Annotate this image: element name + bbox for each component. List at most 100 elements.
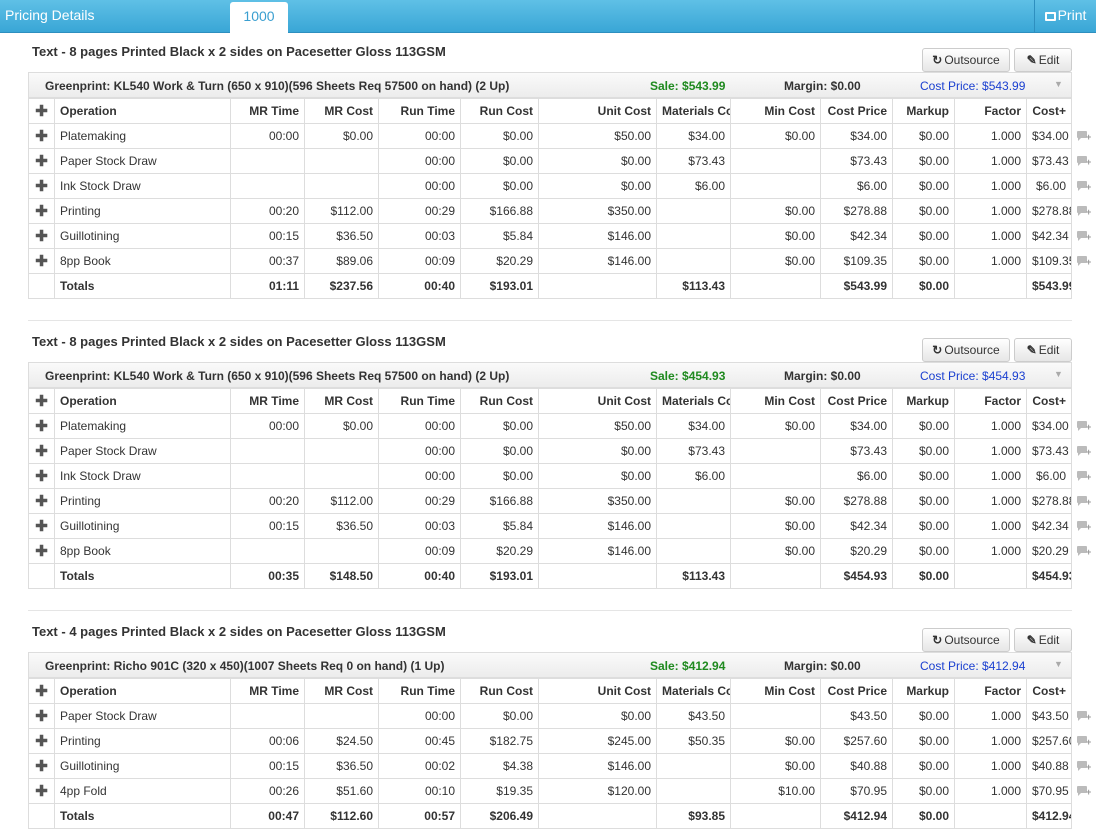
table-cell: $19.35 xyxy=(460,778,539,804)
table-cell: $109.35 xyxy=(1026,248,1072,274)
table-row: ✚ Ink Stock Draw 00:00 $0.00 $0.00 $6.00 $6.00… xyxy=(28,173,1072,199)
add-comment-icon[interactable]: + xyxy=(1076,131,1092,142)
total-cell: $454.93 xyxy=(1026,563,1072,589)
add-comment-icon[interactable]: + xyxy=(1076,761,1092,772)
add-operation-button[interactable]: ✚ xyxy=(28,388,55,414)
printer-icon xyxy=(1044,12,1056,21)
plus-icon: ✚ xyxy=(35,783,48,800)
print-button[interactable]: Print xyxy=(1034,0,1096,32)
press-bar[interactable]: Greenprint: Richo 901C (320 x 450)(1007 … xyxy=(28,652,1072,678)
table-cell: $0.00 xyxy=(730,123,821,149)
table-cell: $0.00 xyxy=(892,488,955,514)
table-cell: 00:00 xyxy=(378,703,461,729)
total-cell: Totals xyxy=(54,273,231,299)
table-cell: 1.000 xyxy=(954,173,1027,199)
add-comment-icon[interactable]: + xyxy=(1076,711,1092,722)
outsource-button[interactable]: ↻ Outsource xyxy=(922,48,1010,72)
add-comment-icon[interactable]: + xyxy=(1076,206,1092,217)
outsource-button[interactable]: ↻ Outsource xyxy=(922,338,1010,362)
table-cell: 1.000 xyxy=(954,123,1027,149)
add-comment-icon[interactable]: + xyxy=(1076,181,1092,192)
expand-row-button[interactable]: ✚ xyxy=(28,778,55,804)
table-cell: $0.00 xyxy=(892,753,955,779)
add-comment-icon[interactable]: + xyxy=(1076,786,1092,797)
press-bar[interactable]: Greenprint: KL540 Work & Turn (650 x 910… xyxy=(28,72,1072,98)
table-cell xyxy=(304,148,379,174)
outsource-button[interactable]: ↻ Outsource xyxy=(922,628,1010,652)
add-comment-icon[interactable]: + xyxy=(1076,156,1092,167)
table-cell: $0.00 xyxy=(730,513,821,539)
expand-row-button[interactable]: ✚ xyxy=(28,538,55,564)
add-comment-icon[interactable]: + xyxy=(1076,736,1092,747)
caret-down-icon[interactable]: ▼ xyxy=(1054,659,1063,669)
edit-icon: ✎ xyxy=(1026,633,1037,647)
table-cell: 4pp Fold xyxy=(54,778,231,804)
table-cell: $73.43 xyxy=(1026,148,1072,174)
expand-row-button[interactable]: ✚ xyxy=(28,438,55,464)
total-cell xyxy=(730,803,821,829)
table-cell: $146.00 xyxy=(538,753,657,779)
table-row: ✚ Ink Stock Draw 00:00 $0.00 $0.00 $6.00 $6.00… xyxy=(28,463,1072,489)
expand-row-button[interactable]: ✚ xyxy=(28,703,55,729)
expand-row-button[interactable]: ✚ xyxy=(28,753,55,779)
add-comment-icon[interactable]: + xyxy=(1076,546,1092,557)
expand-row-button[interactable]: ✚ xyxy=(28,148,55,174)
table-cell: 00:20 xyxy=(230,198,305,224)
total-cell: 00:35 xyxy=(230,563,305,589)
total-cell: 00:40 xyxy=(378,273,461,299)
margin-value: Margin: $0.00 xyxy=(784,79,861,93)
column-header: Operation xyxy=(54,678,231,704)
table-cell: $0.00 xyxy=(892,123,955,149)
add-comment-icon[interactable]: + xyxy=(1076,471,1092,482)
table-cell: 1.000 xyxy=(954,703,1027,729)
add-comment-icon[interactable]: + xyxy=(1076,421,1092,432)
add-comment-icon[interactable]: + xyxy=(1076,496,1092,507)
total-cell: $148.50 xyxy=(304,563,379,589)
total-cell: 00:47 xyxy=(230,803,305,829)
table-cell: $166.88 xyxy=(460,198,539,224)
press-description: Greenprint: KL540 Work & Turn (650 x 910… xyxy=(45,79,510,93)
expand-row-button[interactable]: ✚ xyxy=(28,488,55,514)
column-header: Cost+ xyxy=(1026,98,1072,124)
table-cell: Guillotining xyxy=(54,753,231,779)
caret-down-icon[interactable]: ▼ xyxy=(1054,79,1063,89)
edit-icon: ✎ xyxy=(1026,343,1037,357)
edit-button[interactable]: ✎ Edit xyxy=(1014,338,1072,362)
expand-row-button[interactable]: ✚ xyxy=(28,728,55,754)
table-row: ✚ Guillotining 00:15 $36.50 00:02 $4.38 $146.0… xyxy=(28,753,1072,779)
column-header: Min Cost xyxy=(730,98,821,124)
table-cell: $0.00 xyxy=(538,438,657,464)
column-header: MR Cost xyxy=(304,388,379,414)
total-cell: $543.99 xyxy=(820,273,893,299)
expand-row-button[interactable]: ✚ xyxy=(28,463,55,489)
edit-button[interactable]: ✎ Edit xyxy=(1014,628,1072,652)
total-cell: $193.01 xyxy=(460,273,539,299)
add-operation-button[interactable]: ✚ xyxy=(28,98,55,124)
table-cell: 00:00 xyxy=(230,123,305,149)
table-cell xyxy=(304,463,379,489)
press-bar[interactable]: Greenprint: KL540 Work & Turn (650 x 910… xyxy=(28,362,1072,388)
add-comment-icon[interactable]: + xyxy=(1076,256,1092,267)
expand-row-button[interactable]: ✚ xyxy=(28,223,55,249)
caret-down-icon[interactable]: ▼ xyxy=(1054,369,1063,379)
table-cell: 1.000 xyxy=(954,463,1027,489)
add-comment-icon[interactable]: + xyxy=(1076,231,1092,242)
add-operation-button[interactable]: ✚ xyxy=(28,678,55,704)
add-comment-icon[interactable]: + xyxy=(1076,446,1092,457)
expand-row-button[interactable]: ✚ xyxy=(28,513,55,539)
total-cell: Totals xyxy=(54,803,231,829)
expand-row-button[interactable]: ✚ xyxy=(28,123,55,149)
plus-icon: ✚ xyxy=(35,518,48,535)
expand-row-button[interactable]: ✚ xyxy=(28,173,55,199)
add-comment-icon[interactable]: + xyxy=(1076,521,1092,532)
table-cell: Printing xyxy=(54,488,231,514)
edit-button[interactable]: ✎ Edit xyxy=(1014,48,1072,72)
table-cell xyxy=(656,538,731,564)
table-cell xyxy=(656,513,731,539)
expand-row-button[interactable]: ✚ xyxy=(28,413,55,439)
table-cell: 00:00 xyxy=(378,438,461,464)
expand-row-button[interactable]: ✚ xyxy=(28,198,55,224)
tab-quantity[interactable]: 1000 xyxy=(230,2,288,33)
expand-row-button[interactable]: ✚ xyxy=(28,248,55,274)
total-cell: 00:40 xyxy=(378,563,461,589)
